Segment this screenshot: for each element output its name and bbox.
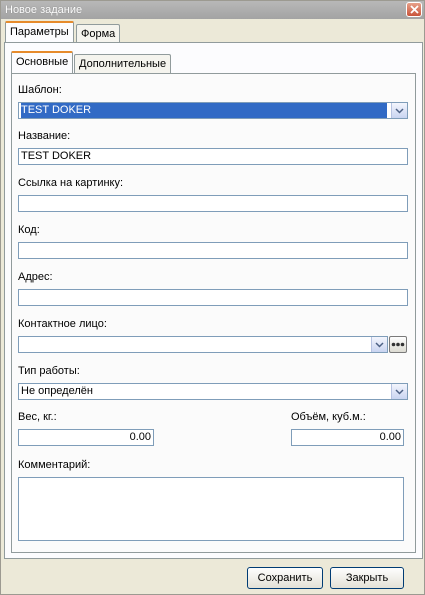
tab-parameters[interactable]: Параметры <box>5 21 74 43</box>
address-input[interactable] <box>18 289 408 306</box>
tab-additional[interactable]: Дополнительные <box>74 54 172 74</box>
close-button[interactable]: Закрыть <box>330 567 404 589</box>
work-type-value: Не определён <box>21 385 93 397</box>
template-dropdown-button[interactable] <box>391 103 407 118</box>
title-bar[interactable]: Новое задание <box>1 1 424 19</box>
tab-main-label: Основные <box>16 56 69 68</box>
chevron-down-icon <box>375 341 384 348</box>
chevron-down-icon <box>395 107 404 114</box>
volume-input[interactable]: 0.00 <box>291 429 404 446</box>
contact-label: Контактное лицо: <box>18 318 107 330</box>
save-button-label: Сохранить <box>257 572 313 584</box>
tab-form[interactable]: Форма <box>76 24 121 44</box>
name-value: TEST DOKER <box>21 150 92 162</box>
main-panel: Шаблон: TEST DOKER Название: TEST DOKER … <box>11 73 416 553</box>
tab-additional-label: Дополнительные <box>79 58 167 70</box>
parameters-panel: Основные Дополнительные Шаблон: TEST DOK… <box>4 42 423 559</box>
window-title: Новое задание <box>5 4 83 16</box>
close-button-label: Закрыть <box>345 572 389 584</box>
chevron-down-icon <box>395 388 404 395</box>
tab-form-label: Форма <box>81 28 116 40</box>
weight-value: 0.00 <box>129 431 151 443</box>
comment-label: Комментарий: <box>18 459 91 471</box>
template-label: Шаблон: <box>18 84 62 96</box>
close-window-button[interactable] <box>406 2 422 17</box>
comment-textarea[interactable] <box>18 477 404 541</box>
volume-value: 0.00 <box>379 431 401 443</box>
image-link-input[interactable] <box>18 195 408 212</box>
work-type-combobox[interactable]: Не определён <box>18 383 408 400</box>
ellipsis-icon <box>391 342 405 347</box>
address-label: Адрес: <box>18 271 53 283</box>
close-icon <box>409 5 419 14</box>
name-input[interactable]: TEST DOKER <box>18 148 408 165</box>
code-input[interactable] <box>18 242 408 259</box>
tab-main[interactable]: Основные <box>11 51 74 73</box>
name-label: Название: <box>18 130 71 142</box>
work-type-dropdown-button[interactable] <box>391 384 407 399</box>
contact-browse-button[interactable] <box>389 336 407 353</box>
contact-dropdown-button[interactable] <box>371 337 387 352</box>
work-type-label: Тип работы: <box>18 365 80 377</box>
contact-combobox[interactable] <box>18 336 388 353</box>
image-link-label: Ссылка на картинку: <box>18 177 124 189</box>
weight-input[interactable]: 0.00 <box>18 429 154 446</box>
weight-label: Вес, кг.: <box>18 411 57 423</box>
code-label: Код: <box>18 224 40 236</box>
template-combobox[interactable]: TEST DOKER <box>18 102 408 119</box>
tab-parameters-label: Параметры <box>10 26 69 38</box>
dialog-window: Новое задание Параметры Форма Основные Д… <box>0 0 425 595</box>
save-button[interactable]: Сохранить <box>247 567 323 589</box>
volume-label: Объём, куб.м.: <box>291 411 366 423</box>
template-value: TEST DOKER <box>21 103 387 118</box>
